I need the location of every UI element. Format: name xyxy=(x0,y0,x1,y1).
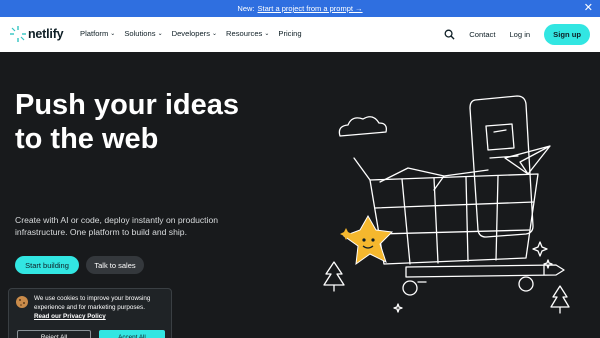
paper-plane-icon xyxy=(504,145,551,175)
announcement-prefix: New: xyxy=(237,4,255,13)
hero-title-line-2: to the web xyxy=(15,123,159,155)
start-building-button[interactable]: Start building xyxy=(15,256,79,274)
login-link[interactable]: Log in xyxy=(509,30,530,39)
tree-icon xyxy=(550,285,570,314)
netlify-logo-icon xyxy=(10,26,26,42)
hero-title-line-1: Push your ideas xyxy=(15,89,240,121)
menu-label: Solutions xyxy=(124,29,156,38)
talk-to-sales-button[interactable]: Talk to sales xyxy=(86,256,144,274)
mascot-icon xyxy=(342,214,394,266)
menu-item-resources[interactable]: Resources ⌄ xyxy=(226,29,269,38)
menu-label: Developers xyxy=(171,29,211,38)
menu-item-pricing[interactable]: Pricing xyxy=(278,29,301,38)
accept-all-button[interactable]: Accept All xyxy=(99,330,165,338)
shopping-cart-icon xyxy=(369,173,539,265)
chevron-down-icon: ⌄ xyxy=(157,31,163,37)
tree-icon xyxy=(323,261,345,292)
hero-subtitle: Create with AI or code, deploy instantly… xyxy=(15,215,219,237)
contact-link[interactable]: Contact xyxy=(469,30,495,39)
menu-item-platform[interactable]: Platform ⌄ xyxy=(80,29,115,38)
reject-all-button[interactable]: Reject All xyxy=(17,330,91,338)
signup-button[interactable]: Sign up xyxy=(544,24,590,45)
announcement-link[interactable]: Start a project from a prompt → xyxy=(258,4,363,13)
hero-title: Push your ideas to the web xyxy=(15,88,315,156)
menu-item-developers[interactable]: Developers ⌄ xyxy=(172,29,217,38)
menu-label: Resources xyxy=(226,29,263,38)
close-icon[interactable]: ✕ xyxy=(584,2,593,14)
logo-text: netlify xyxy=(28,27,64,41)
main-menu: Platform ⌄ Solutions ⌄ Developers ⌄ Reso… xyxy=(80,29,302,38)
top-nav: netlify Platform ⌄ Solutions ⌄ Developer… xyxy=(0,17,600,52)
announcement-bar: New: Start a project from a prompt → ✕ xyxy=(0,0,600,17)
menu-item-solutions[interactable]: Solutions ⌄ xyxy=(124,29,162,38)
cookie-message: We use cookies to improve your browsing … xyxy=(34,295,151,311)
menu-label: Pricing xyxy=(278,29,302,38)
cloud-icon xyxy=(338,116,387,137)
menu-label: Platform xyxy=(80,29,109,38)
privacy-policy-link[interactable]: Read our Privacy Policy xyxy=(34,313,106,320)
search-icon[interactable] xyxy=(444,29,455,40)
cookie-banner: We use cookies to improve your browsing … xyxy=(8,288,172,338)
logo[interactable]: netlify xyxy=(10,26,64,42)
nav-actions: Contact Log in Sign up xyxy=(444,24,590,45)
chevron-down-icon: ⌄ xyxy=(110,31,116,37)
hero-illustration xyxy=(323,95,570,314)
chevron-down-icon: ⌄ xyxy=(212,31,218,37)
cookie-icon xyxy=(16,296,28,308)
chevron-down-icon: ⌄ xyxy=(264,31,270,37)
